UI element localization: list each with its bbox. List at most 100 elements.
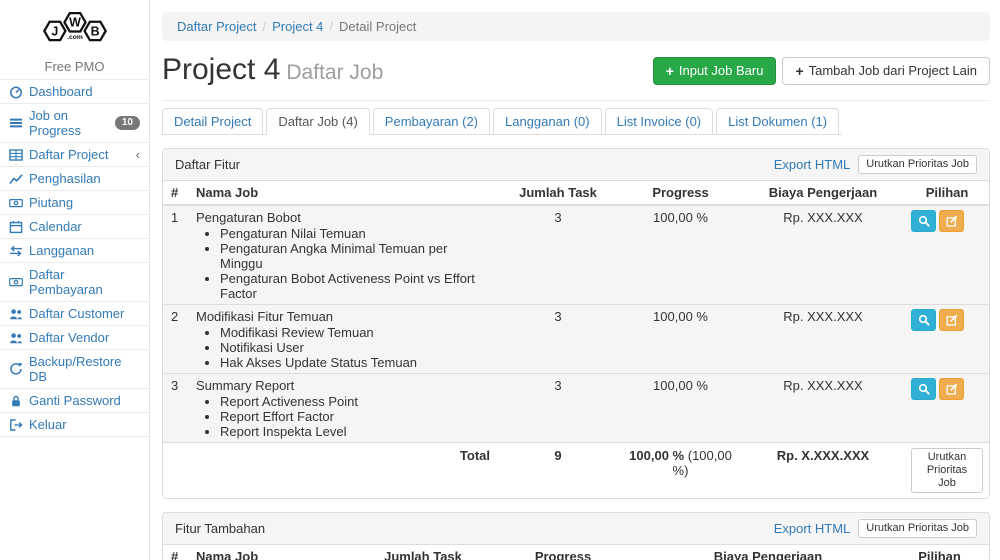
- sidebar-item-label: Keluar: [29, 417, 67, 432]
- col-biaya-pengerjaan: Biaya Pengerjaan: [743, 181, 903, 205]
- subtask: Pengaturan Angka Minimal Temuan per Ming…: [220, 241, 490, 271]
- total-row: Total 9 100,00 % (100,00 %) Rp. X.XXX.XX…: [163, 443, 990, 499]
- edit-job-button[interactable]: [939, 309, 964, 331]
- sidebar-item-label: Penghasilan: [29, 171, 101, 186]
- sidebar-item-label: Langganan: [29, 243, 94, 258]
- page-header: Project 4Daftar Job +Input Job Baru +Tam…: [162, 53, 990, 101]
- table-row: 1 Pengaturan Bobot Pengaturan Nilai Temu…: [163, 205, 990, 305]
- svg-text:J: J: [51, 24, 58, 38]
- users-icon: [9, 331, 23, 345]
- sidebar-item-daftar-vendor[interactable]: Daftar Vendor: [0, 326, 149, 350]
- tab-list-dokumen[interactable]: List Dokumen (1): [716, 108, 839, 135]
- line-chart-icon: [9, 172, 23, 186]
- edit-job-button[interactable]: [939, 378, 964, 400]
- sidebar-item-calendar[interactable]: Calendar: [0, 215, 149, 239]
- progress-value: 100,00 %: [618, 205, 743, 305]
- edit-job-button[interactable]: [939, 210, 964, 232]
- daftar-fitur-table: # Nama Job Jumlah Task Progress Biaya Pe…: [163, 181, 990, 498]
- panel-title: Daftar Fitur: [175, 157, 240, 173]
- breadcrumb-separator: /: [329, 19, 333, 34]
- sidebar-item-label: Daftar Customer: [29, 306, 124, 321]
- row-num: 1: [163, 205, 188, 305]
- sign-out-icon: [9, 418, 23, 432]
- sidebar-item-penghasilan[interactable]: Penghasilan: [0, 167, 149, 191]
- task-count: 3: [498, 305, 618, 374]
- view-job-button[interactable]: [911, 309, 936, 331]
- sidebar-item-dashboard[interactable]: Dashboard: [0, 80, 149, 104]
- col-jumlah-task: Jumlah Task: [368, 545, 478, 560]
- export-html-link[interactable]: Export HTML: [774, 157, 851, 172]
- job-count-badge: 10: [115, 116, 140, 130]
- col-pilihan: Pilihan: [903, 181, 990, 205]
- input-job-baru-button[interactable]: + Input Job Baru: [653, 57, 777, 85]
- edit-icon: [946, 215, 958, 227]
- urutkan-prioritas-job-button[interactable]: Urutkan Prioritas Job: [858, 155, 977, 174]
- sidebar-item-piutang[interactable]: Piutang: [0, 191, 149, 215]
- tab-pembayaran[interactable]: Pembayaran (2): [373, 108, 490, 135]
- breadcrumb-link-daftar-project[interactable]: Daftar Project: [177, 19, 256, 34]
- view-job-button[interactable]: [911, 210, 936, 232]
- urutkan-prioritas-job-button[interactable]: Urutkan Prioritas Job: [858, 519, 977, 538]
- search-icon: [918, 383, 930, 395]
- view-job-button[interactable]: [911, 378, 936, 400]
- sidebar-item-daftar-pembayaran[interactable]: Daftar Pembayaran: [0, 263, 149, 302]
- total-task-count: 9: [498, 443, 618, 499]
- sidebar-item-daftar-customer[interactable]: Daftar Customer: [0, 302, 149, 326]
- chevron-left-icon: ‹: [136, 150, 140, 160]
- cost-value: Rp. XXX.XXX: [743, 374, 903, 443]
- tab-label[interactable]: List Invoice (0): [605, 108, 714, 135]
- svg-text:B: B: [90, 24, 99, 38]
- sidebar-item-ganti-password[interactable]: Ganti Password: [0, 389, 149, 413]
- col-pilihan: Pilihan: [888, 545, 990, 560]
- subtask: Report Activeness Point: [220, 394, 490, 409]
- svg-text:W: W: [69, 16, 81, 30]
- progress-value: 100,00 %: [618, 305, 743, 374]
- export-html-link[interactable]: Export HTML: [774, 521, 851, 536]
- col-num: #: [163, 545, 188, 560]
- tab-label[interactable]: Daftar Job (4): [266, 108, 369, 135]
- row-num: 3: [163, 374, 188, 443]
- subtask-list: Report Activeness Point Report Effort Fa…: [196, 394, 490, 439]
- tambah-job-dari-project-lain-button[interactable]: +Tambah Job dari Project Lain: [782, 57, 990, 85]
- tab-label[interactable]: List Dokumen (1): [716, 108, 839, 135]
- sidebar-item-label: Backup/Restore DB: [29, 354, 140, 384]
- table-row: 3 Summary Report Report Activeness Point…: [163, 374, 990, 443]
- tab-langganan[interactable]: Langganan (0): [493, 108, 602, 135]
- dashboard-icon: [9, 85, 23, 99]
- job-name: Modifikasi Fitur Temuan: [196, 309, 333, 324]
- sidebar-item-langganan[interactable]: Langganan: [0, 239, 149, 263]
- col-num: #: [163, 181, 188, 205]
- breadcrumb-current: Detail Project: [339, 19, 416, 34]
- plus-icon: +: [795, 65, 803, 77]
- job-name: Pengaturan Bobot: [196, 210, 301, 225]
- sidebar-item-label: Daftar Pembayaran: [29, 267, 140, 297]
- sidebar-item-job-on-progress[interactable]: Job on Progress 10: [0, 104, 149, 143]
- row-num: 2: [163, 305, 188, 374]
- sidebar-item-backup-restore-db[interactable]: Backup/Restore DB: [0, 350, 149, 389]
- tab-detail-project[interactable]: Detail Project: [162, 108, 263, 135]
- sidebar-item-keluar[interactable]: Keluar: [0, 413, 149, 437]
- total-label: Total: [188, 443, 498, 499]
- tab-list-invoice[interactable]: List Invoice (0): [605, 108, 714, 135]
- exchange-icon: [9, 244, 23, 258]
- button-label: Input Job Baru: [679, 63, 764, 79]
- tab-label[interactable]: Pembayaran (2): [373, 108, 490, 135]
- tab-daftar-job[interactable]: Daftar Job (4): [266, 108, 369, 135]
- tab-label[interactable]: Langganan (0): [493, 108, 602, 135]
- sidebar-item-label: Job on Progress: [29, 108, 109, 138]
- plus-icon: +: [666, 65, 674, 77]
- tab-label[interactable]: Detail Project: [162, 108, 263, 135]
- daftar-fitur-panel: Daftar Fitur Export HTML Urutkan Priorit…: [162, 148, 990, 499]
- urutkan-prioritas-job-button[interactable]: Urutkan Prioritas Job: [911, 448, 983, 493]
- col-biaya-pengerjaan: Biaya Pengerjaan: [648, 545, 888, 560]
- subtask: Report Effort Factor: [220, 409, 490, 424]
- breadcrumb-link-project-4[interactable]: Project 4: [272, 19, 323, 34]
- search-icon: [918, 314, 930, 326]
- sidebar: J W B .com Free PMO Dashboard Job on Pro…: [0, 0, 150, 560]
- subtask-list: Modifikasi Review Temuan Notifikasi User…: [196, 325, 490, 370]
- panel-title: Fitur Tambahan: [175, 521, 265, 537]
- lock-icon: [9, 394, 23, 408]
- sidebar-item-daftar-project[interactable]: Daftar Project ‹: [0, 143, 149, 167]
- main-content: Daftar Project/Project 4/Detail Project …: [150, 0, 1000, 560]
- col-jumlah-task: Jumlah Task: [498, 181, 618, 205]
